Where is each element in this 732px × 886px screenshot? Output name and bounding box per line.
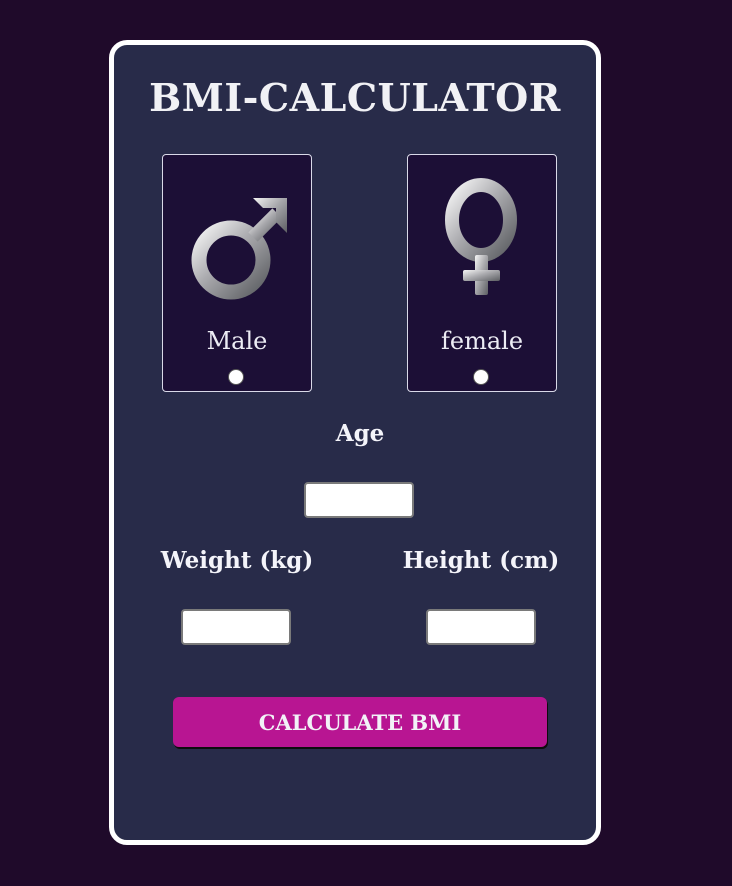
gender-option-male[interactable]: Male <box>162 154 312 392</box>
calculate-bmi-button[interactable]: CALCULATE BMI <box>173 697 547 747</box>
male-radio[interactable] <box>228 369 244 385</box>
bmi-calculator-card: BMI-CALCULATOR Male female Age Weight (k… <box>109 40 601 845</box>
gender-label-female: female <box>440 327 524 355</box>
female-radio[interactable] <box>473 369 489 385</box>
male-symbol-icon <box>191 198 287 300</box>
female-symbol-icon <box>445 178 517 295</box>
gender-label-male: Male <box>206 327 268 355</box>
page-title: BMI-CALCULATOR <box>149 75 561 120</box>
height-input[interactable] <box>426 609 536 645</box>
weight-label: Weight (kg) <box>160 547 314 574</box>
weight-input[interactable] <box>181 609 291 645</box>
age-input[interactable] <box>304 482 414 518</box>
height-label: Height (cm) <box>402 547 560 574</box>
age-label: Age <box>335 420 385 447</box>
gender-option-female[interactable]: female <box>407 154 557 392</box>
